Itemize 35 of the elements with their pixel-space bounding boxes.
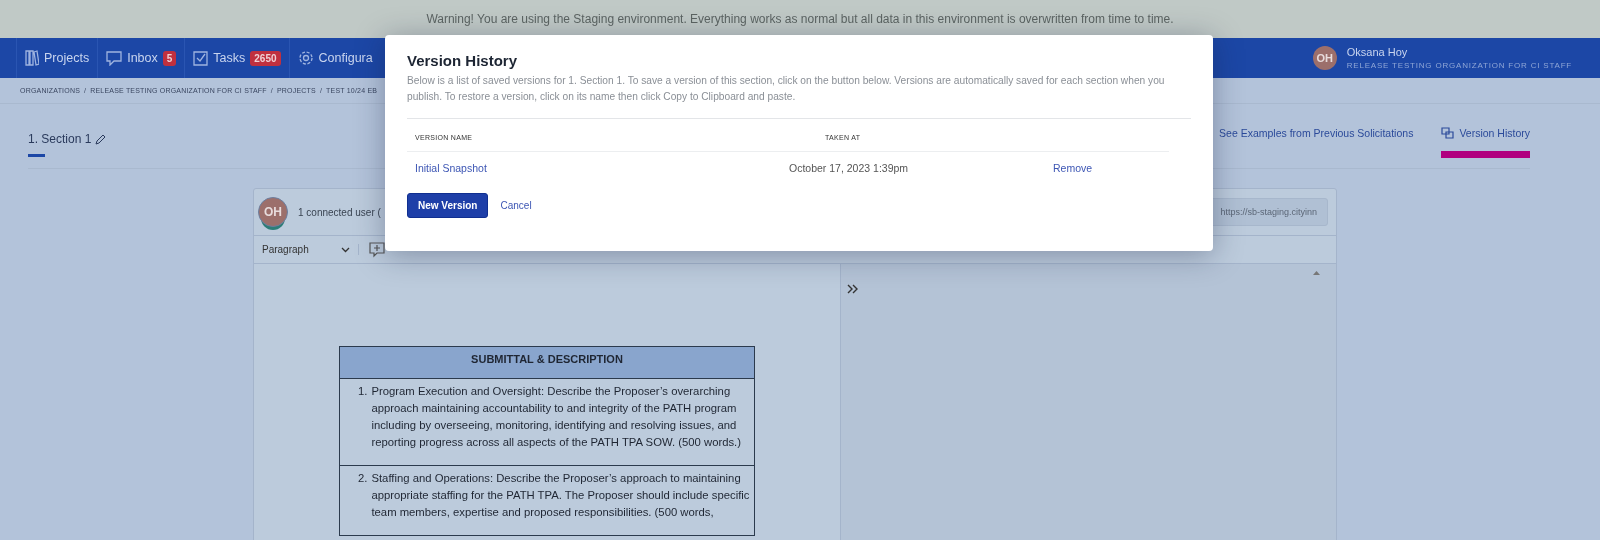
user-avatar[interactable]: OH [1312, 46, 1337, 70]
nav-link[interactable]: Tasks 2650 [184, 38, 289, 78]
nav-link[interactable]: Projects [16, 38, 98, 78]
warning-banner: Warning! You are using the Staging environment. Everything works as normal but all data in this environment is overwritten from time to time. [0, 0, 1600, 38]
dialog-title: Version History [407, 52, 519, 69]
connected-users-text: 1 connected user ( [298, 206, 381, 218]
timestamp: October 17, 2023 1:39pm [789, 161, 910, 174]
checkbox-icon [193, 50, 209, 66]
chevron-down-icon [341, 246, 350, 253]
double-chevron-icon[interactable] [847, 284, 859, 294]
remove-link[interactable]: Remove [1053, 161, 1093, 174]
nav-link[interactable]: Configura [288, 38, 381, 78]
books-icon [25, 50, 39, 66]
user-avatar: OH [258, 197, 288, 227]
nav-link[interactable]: Inbox 5 [97, 38, 185, 78]
panel-link[interactable]: Version History [1441, 127, 1530, 158]
add-comment-icon[interactable] [369, 241, 385, 258]
user-organization: RELEASE TESTING ORGANIZATION FOR CI STAFF [1346, 61, 1572, 70]
count-badge: 5 [162, 50, 177, 66]
section-tab[interactable]: 1. Section 1 [28, 124, 107, 157]
version-name-link[interactable]: Initial Snapshot [415, 161, 487, 174]
cancel-link[interactable]: Cancel [500, 200, 532, 211]
pencil-icon [95, 133, 107, 145]
table-cell: 1. Program Execution and Oversight: Describe the Proposer’s overarching approach maintaining accountability to and integrity of the PATH program including by overseeing, monitoring, identifying and resolving issues, and reporting progress across all aspects of the PATH TPA SOW. (500 words.) [339, 378, 755, 466]
settings-icon [297, 50, 314, 66]
chat-bubble-icon [106, 50, 123, 66]
table-cell: 2. Staffing and Operations: Describe the Proposer’s approach to maintaining appropriate staffing for the PATH TPA. The Proposer should include specific team members, expertise and proposed responsibilities. (500 words, [339, 465, 755, 536]
scroll-up-icon[interactable] [1313, 270, 1320, 275]
count-badge: 2650 [250, 50, 281, 66]
copies-icon [1441, 127, 1455, 139]
table-header: SUBMITTAL & DESCRIPTION [339, 346, 755, 379]
user-name: Oksana Hoy [1346, 46, 1409, 58]
block-style-dropdown[interactable]: Paragraph [254, 244, 359, 255]
new-version-button[interactable]: New Version [407, 193, 489, 218]
dialog-description: Below is a list of saved versions for 1. Section 1. To save a version of this section, click on the button below. Versions are automatically saved for each section when you publish. To restore a version, click on its name then click Copy to Clipboard and paste. [407, 74, 1166, 104]
